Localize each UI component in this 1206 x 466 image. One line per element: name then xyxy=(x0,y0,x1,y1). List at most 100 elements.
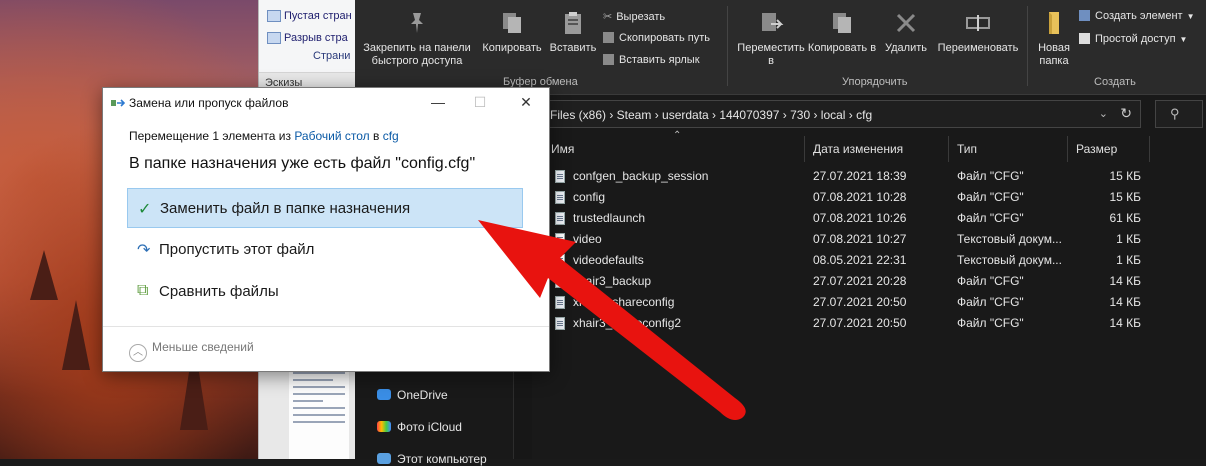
clipboard-icon xyxy=(565,12,581,34)
file-row[interactable]: trustedlaunch 07.08.2021 10:26 Файл "CFG" 6… xyxy=(533,208,1153,229)
column-header-name[interactable]: Имя xyxy=(551,138,574,160)
delete-button[interactable]: Удалить xyxy=(881,10,931,55)
file-row[interactable]: videodefaults 08.05.2021 22:31 Текстовый д… xyxy=(533,250,1153,271)
paste-shortcut-button[interactable]: Вставить ярлык xyxy=(603,54,700,66)
column-header-date[interactable]: Дата изменения xyxy=(813,138,903,160)
file-type: Файл "CFG" xyxy=(957,211,1024,225)
move-to-button[interactable]: Переместить в xyxy=(733,10,809,68)
compare-files-label: Сравнить файлы xyxy=(159,283,279,300)
address-path: Files (x86) › Steam › userdata › 1440703… xyxy=(550,108,873,122)
file-row[interactable]: xhair3_shareconfig 27.07.2021 20:50 Файл "… xyxy=(533,292,1153,313)
file-row[interactable]: config 07.08.2021 10:28 Файл "CFG" 15 КБ xyxy=(533,187,1153,208)
word-blank-page-button[interactable]: Пустая стран xyxy=(267,10,352,23)
file-row[interactable]: xhair3_shareconfig2 27.07.2021 20:50 Файл … xyxy=(533,313,1153,334)
file-type: Файл "CFG" xyxy=(957,169,1024,183)
move-to-icon xyxy=(762,13,784,31)
cut-button[interactable]: ✂ Вырезать xyxy=(603,10,665,23)
copy-label: Копировать xyxy=(482,42,542,54)
word-page-thumbnail[interactable] xyxy=(289,360,349,459)
file-type: Файл "CFG" xyxy=(957,274,1024,288)
paste-button[interactable]: Вставить xyxy=(547,10,599,55)
conflict-heading: В папке назначения уже есть файл "config… xyxy=(129,155,476,172)
column-separator[interactable] xyxy=(804,136,805,162)
file-date: 07.08.2021 10:27 xyxy=(813,232,907,246)
copy-path-label: Скопировать путь xyxy=(619,32,710,44)
pin-quick-access-button[interactable]: Закрепить на панели быстрого доступа xyxy=(361,10,473,68)
wallpaper-tree xyxy=(30,250,58,300)
new-folder-icon xyxy=(1049,12,1059,34)
file-name: config xyxy=(573,190,606,204)
dialog-title: Замена или пропуск файлов xyxy=(129,96,289,110)
skip-file-option[interactable]: ↷ Пропустить этот файл xyxy=(127,230,523,270)
move-to-label: Переместить в xyxy=(737,42,805,67)
new-item-button[interactable]: Создать элемент ▼ xyxy=(1079,10,1194,22)
chevron-up-icon: ︿ xyxy=(129,344,147,362)
copy-button[interactable]: Копировать xyxy=(479,10,545,55)
easy-access-icon xyxy=(1079,33,1090,44)
rename-button[interactable]: Переименовать xyxy=(933,10,1023,55)
ribbon-separator xyxy=(1027,6,1028,86)
file-size: 14 КБ xyxy=(1109,274,1141,288)
new-item-icon xyxy=(1079,10,1090,21)
file-size: 14 КБ xyxy=(1109,316,1141,330)
chevron-down-icon[interactable]: ⌄ xyxy=(1099,107,1108,120)
nav-item-onedrive[interactable]: OneDrive xyxy=(377,388,448,402)
replace-file-option[interactable]: ✓ Заменить файл в папке назначения xyxy=(127,188,523,228)
organize-group-label: Упорядочить xyxy=(842,76,908,88)
cfg-file-icon xyxy=(555,275,565,288)
column-separator[interactable] xyxy=(1149,136,1150,162)
new-folder-button[interactable]: Новая папка xyxy=(1031,10,1077,68)
fewer-details-button[interactable]: ︿ Меньше сведений xyxy=(129,340,254,362)
file-list: ⌃ Имя Дата изменения Тип Размер confgen_… xyxy=(533,130,1206,459)
nav-item-label: OneDrive xyxy=(397,388,448,402)
column-separator[interactable] xyxy=(948,136,949,162)
address-bar[interactable]: Files (x86) › Steam › userdata › 1440703… xyxy=(533,100,1141,128)
minimize-icon: — xyxy=(431,94,445,110)
cfg-file-icon xyxy=(555,170,565,183)
column-separator[interactable] xyxy=(1067,136,1068,162)
copy-to-button[interactable]: Копировать в xyxy=(807,10,877,55)
file-type: Текстовый докум... xyxy=(957,232,1062,246)
word-page-break-button[interactable]: Разрыв стра xyxy=(267,32,348,45)
dropdown-arrow-icon: ▼ xyxy=(1179,35,1188,44)
create-group-label: Создать xyxy=(1094,76,1136,88)
paste-shortcut-label: Вставить ярлык xyxy=(619,54,700,66)
new-folder-label: Новая папка xyxy=(1038,42,1070,67)
file-row[interactable]: xhair3_backup 27.07.2021 20:28 Файл "CFG" 1… xyxy=(533,271,1153,292)
compare-files-option[interactable]: ⧉ Сравнить файлы xyxy=(127,272,523,312)
column-header-size[interactable]: Размер xyxy=(1076,138,1117,160)
easy-access-label: Простой доступ xyxy=(1095,33,1176,45)
maximize-button: ☐ xyxy=(467,92,493,112)
pin-quick-access-label: Закрепить на панели быстрого доступа xyxy=(363,42,471,67)
skip-file-label: Пропустить этот файл xyxy=(159,241,315,258)
file-name: xhair3_shareconfig2 xyxy=(573,316,682,330)
scissors-icon: ✂ xyxy=(603,11,613,23)
easy-access-button[interactable]: Простой доступ ▼ xyxy=(1079,33,1187,45)
file-row[interactable]: confgen_backup_session 27.07.2021 18:39 Фа… xyxy=(533,166,1153,187)
cfg-file-icon xyxy=(555,191,565,204)
word-group-label: Страни xyxy=(313,50,351,62)
file-size: 15 КБ xyxy=(1109,190,1141,204)
file-name: confgen_backup_session xyxy=(573,169,709,183)
copy-path-button[interactable]: Скопировать путь xyxy=(603,32,710,44)
search-icon: ⚲ xyxy=(1170,106,1180,121)
nav-item-label: Этот компьютер xyxy=(397,452,487,466)
file-size: 1 КБ xyxy=(1116,232,1141,246)
close-button[interactable]: ✕ xyxy=(513,92,539,112)
replace-or-skip-dialog: Замена или пропуск файлов — ☐ ✕ Перемеще… xyxy=(102,87,550,372)
nav-item-this-pc[interactable]: Этот компьютер xyxy=(377,452,487,466)
file-name: videodefaults xyxy=(573,253,644,267)
minimize-button[interactable]: — xyxy=(425,92,451,112)
source-folder-link[interactable]: Рабочий стол xyxy=(294,129,369,143)
delete-label: Удалить xyxy=(885,42,927,54)
column-header-type[interactable]: Тип xyxy=(957,138,977,160)
operation-description: Перемещение 1 элемента из Рабочий стол в… xyxy=(129,129,399,143)
file-row[interactable]: video 07.08.2021 10:27 Текстовый докум... 1… xyxy=(533,229,1153,250)
search-box[interactable]: ⚲ xyxy=(1155,100,1203,128)
destination-folder-link[interactable]: cfg xyxy=(383,129,399,143)
refresh-icon[interactable]: ↻ xyxy=(1120,105,1132,122)
file-date: 07.08.2021 10:26 xyxy=(813,211,907,225)
word-blank-page-label: Пустая стран xyxy=(284,10,352,22)
nav-item-icloud-photos[interactable]: Фото iCloud xyxy=(377,420,462,434)
delete-x-icon xyxy=(896,13,916,33)
